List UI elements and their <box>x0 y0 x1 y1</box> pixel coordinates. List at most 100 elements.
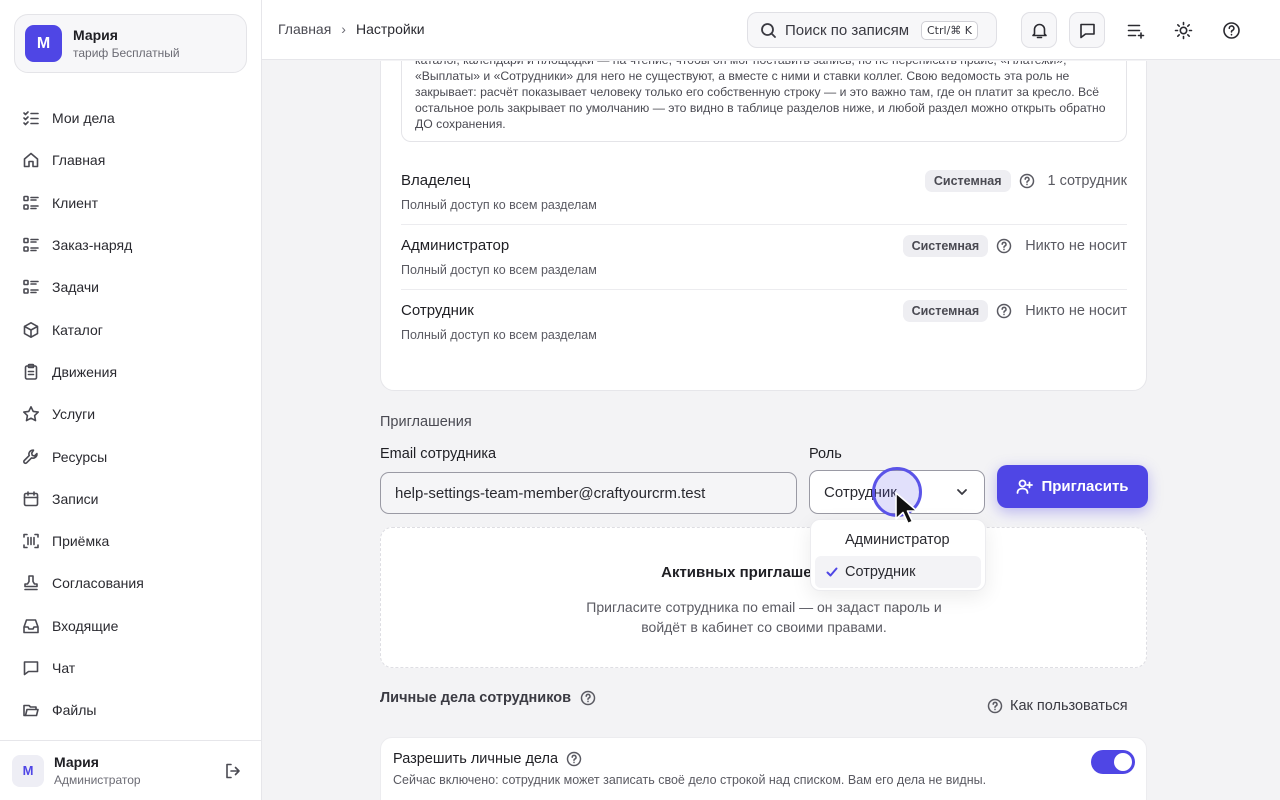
bell-icon <box>1031 23 1047 38</box>
personal-tasks-toggle[interactable] <box>1091 750 1135 774</box>
logout-icon[interactable] <box>224 762 242 780</box>
sidebar-item-label: Клиент <box>52 194 99 211</box>
sidebar-item-client[interactable]: Клиент <box>0 182 262 224</box>
sidebar-item-inbox[interactable]: Входящие <box>0 605 262 647</box>
settings-main: заказ-наряде, врач на приёме. Записи и з… <box>262 61 1280 800</box>
breadcrumb-current: Настройки <box>355 21 425 37</box>
help-icon <box>1222 21 1240 39</box>
roles-card: заказ-наряде, врач на приёме. Записи и з… <box>380 61 1147 391</box>
role-option-employee[interactable]: Сотрудник <box>815 556 981 588</box>
chevron-right-icon: › <box>341 21 346 37</box>
sidebar-nav: Мои дела Главная Клиент Заказ-наряд Зада… <box>0 97 262 731</box>
sidebar-item-approvals[interactable]: Согласования <box>0 562 262 604</box>
role-row[interactable]: Владелец Полный доступ ко всем разделам … <box>401 160 1127 225</box>
role-option-admin[interactable]: Администратор <box>815 524 981 556</box>
notifications-button[interactable] <box>1021 12 1057 48</box>
sidebar-item-catalog[interactable]: Каталог <box>0 308 262 350</box>
stamp-icon <box>24 575 38 591</box>
role-holders: 1 сотрудник <box>1047 173 1127 189</box>
help-icon[interactable] <box>1019 173 1035 189</box>
email-field[interactable]: help-settings-team-member@craftyourcrm.t… <box>380 472 797 514</box>
role-desc: Полный доступ ко всем разделам <box>401 198 597 212</box>
active-invites-title: Активных приглашений нет <box>661 564 868 581</box>
messages-button[interactable] <box>1069 12 1105 48</box>
sidebar-item-chat[interactable]: Чат <box>0 647 262 689</box>
theme-toggle-button[interactable] <box>1165 12 1201 48</box>
personal-tasks-card: Разрешить личные дела Сейчас включено: с… <box>380 737 1147 800</box>
sidebar-item-acceptance[interactable]: Приёмка <box>0 520 262 562</box>
help-icon[interactable] <box>996 238 1012 254</box>
sidebar-item-movements[interactable]: Движения <box>0 351 262 393</box>
system-badge: Системная <box>902 235 989 257</box>
role-option-label: Сотрудник <box>845 564 916 580</box>
list-icon <box>23 237 39 252</box>
list-add-icon <box>1127 24 1144 39</box>
list-check-icon <box>23 111 39 126</box>
system-badge: Системная <box>924 170 1011 192</box>
breadcrumb-home[interactable]: Главная <box>278 21 331 37</box>
sidebar-item-home[interactable]: Главная <box>0 139 262 181</box>
home-icon <box>23 153 39 168</box>
active-invites-text: Пригласите сотрудника по email — он зада… <box>586 599 942 635</box>
sidebar-item-label: Главная <box>52 152 106 169</box>
account-avatar: М <box>25 25 62 62</box>
help-icon <box>987 698 1003 714</box>
roles-note: заказ-наряде, врач на приёме. Записи и з… <box>401 61 1127 142</box>
sidebar-item-files[interactable]: Файлы <box>0 689 262 731</box>
sidebar: М Мария тариф Бесплатный Мои дела Главна… <box>0 0 262 800</box>
calendar-icon <box>23 491 39 507</box>
role-holders: Никто не носит <box>1025 238 1127 254</box>
personal-tasks-desc: Сейчас включено: сотрудник может записат… <box>393 773 987 787</box>
help-icon[interactable] <box>580 690 596 706</box>
personal-tasks-title: Личные дела сотрудников <box>380 690 596 706</box>
active-invites-empty: Активных приглашений нет Пригласите сотр… <box>380 527 1147 668</box>
search-icon <box>761 22 776 38</box>
sidebar-item-my-tasks[interactable]: Мои дела <box>0 97 262 139</box>
help-icon[interactable] <box>996 303 1012 319</box>
account-name: Мария <box>73 27 118 43</box>
sidebar-item-label: Приёмка <box>52 533 110 550</box>
account-switcher[interactable]: М Мария тариф Бесплатный <box>14 14 247 73</box>
role-holders: Никто не носит <box>1025 303 1127 319</box>
user-plus-icon <box>1017 479 1034 494</box>
sidebar-item-records[interactable]: Записи <box>0 478 262 520</box>
roles-note-text: заказ-наряде, врач на приёме. Записи и з… <box>415 61 1106 131</box>
how-to-use-label: Как пользоваться <box>1010 698 1128 714</box>
sidebar-item-services[interactable]: Услуги <box>0 393 262 435</box>
sidebar-item-label: Каталог <box>52 321 103 338</box>
user-name: Мария <box>54 754 99 770</box>
role-row[interactable]: Сотрудник Полный доступ ко всем разделам… <box>401 290 1127 355</box>
chevron-down-icon <box>954 484 970 500</box>
box-icon <box>23 321 39 338</box>
help-button[interactable] <box>1213 12 1249 48</box>
sidebar-item-label: Файлы <box>52 702 97 719</box>
folder-icon <box>23 704 39 717</box>
sidebar-item-resources[interactable]: Ресурсы <box>0 435 262 477</box>
topbar: Главная › Настройки Поиск по записям и к… <box>262 0 1280 60</box>
role-desc: Полный доступ ко всем разделам <box>401 328 597 342</box>
how-to-use-link[interactable]: Как пользоваться <box>987 698 1128 714</box>
inbox-icon <box>23 618 39 634</box>
role-label: Роль <box>809 446 842 462</box>
toggle-knob <box>1114 753 1132 771</box>
scan-icon <box>23 533 39 549</box>
clipboard-icon <box>24 363 38 380</box>
sidebar-item-label: Услуги <box>52 406 96 423</box>
sidebar-item-label: Согласования <box>52 575 144 592</box>
sidebar-item-label: Чат <box>52 660 76 676</box>
invite-button-label: Пригласить <box>1041 478 1129 495</box>
list-icon <box>23 195 39 210</box>
role-name: Сотрудник <box>401 302 474 319</box>
sidebar-item-label: Ресурсы <box>52 448 108 465</box>
star-icon <box>23 406 39 422</box>
sidebar-item-tasks[interactable]: Задачи <box>0 266 262 308</box>
search-input[interactable]: Поиск по записям и клиентам Ctrl/⌘ K <box>747 12 997 48</box>
search-placeholder: Поиск по записям и клиентам <box>785 21 913 39</box>
add-task-button[interactable] <box>1117 12 1153 48</box>
sidebar-item-work-order[interactable]: Заказ-наряд <box>0 224 262 266</box>
help-icon[interactable] <box>566 751 582 767</box>
invite-button[interactable]: Пригласить <box>997 465 1148 508</box>
breadcrumb: Главная › Настройки <box>278 21 425 37</box>
role-row[interactable]: Администратор Полный доступ ко всем разд… <box>401 225 1127 290</box>
role-desc: Полный доступ ко всем разделам <box>401 263 597 277</box>
